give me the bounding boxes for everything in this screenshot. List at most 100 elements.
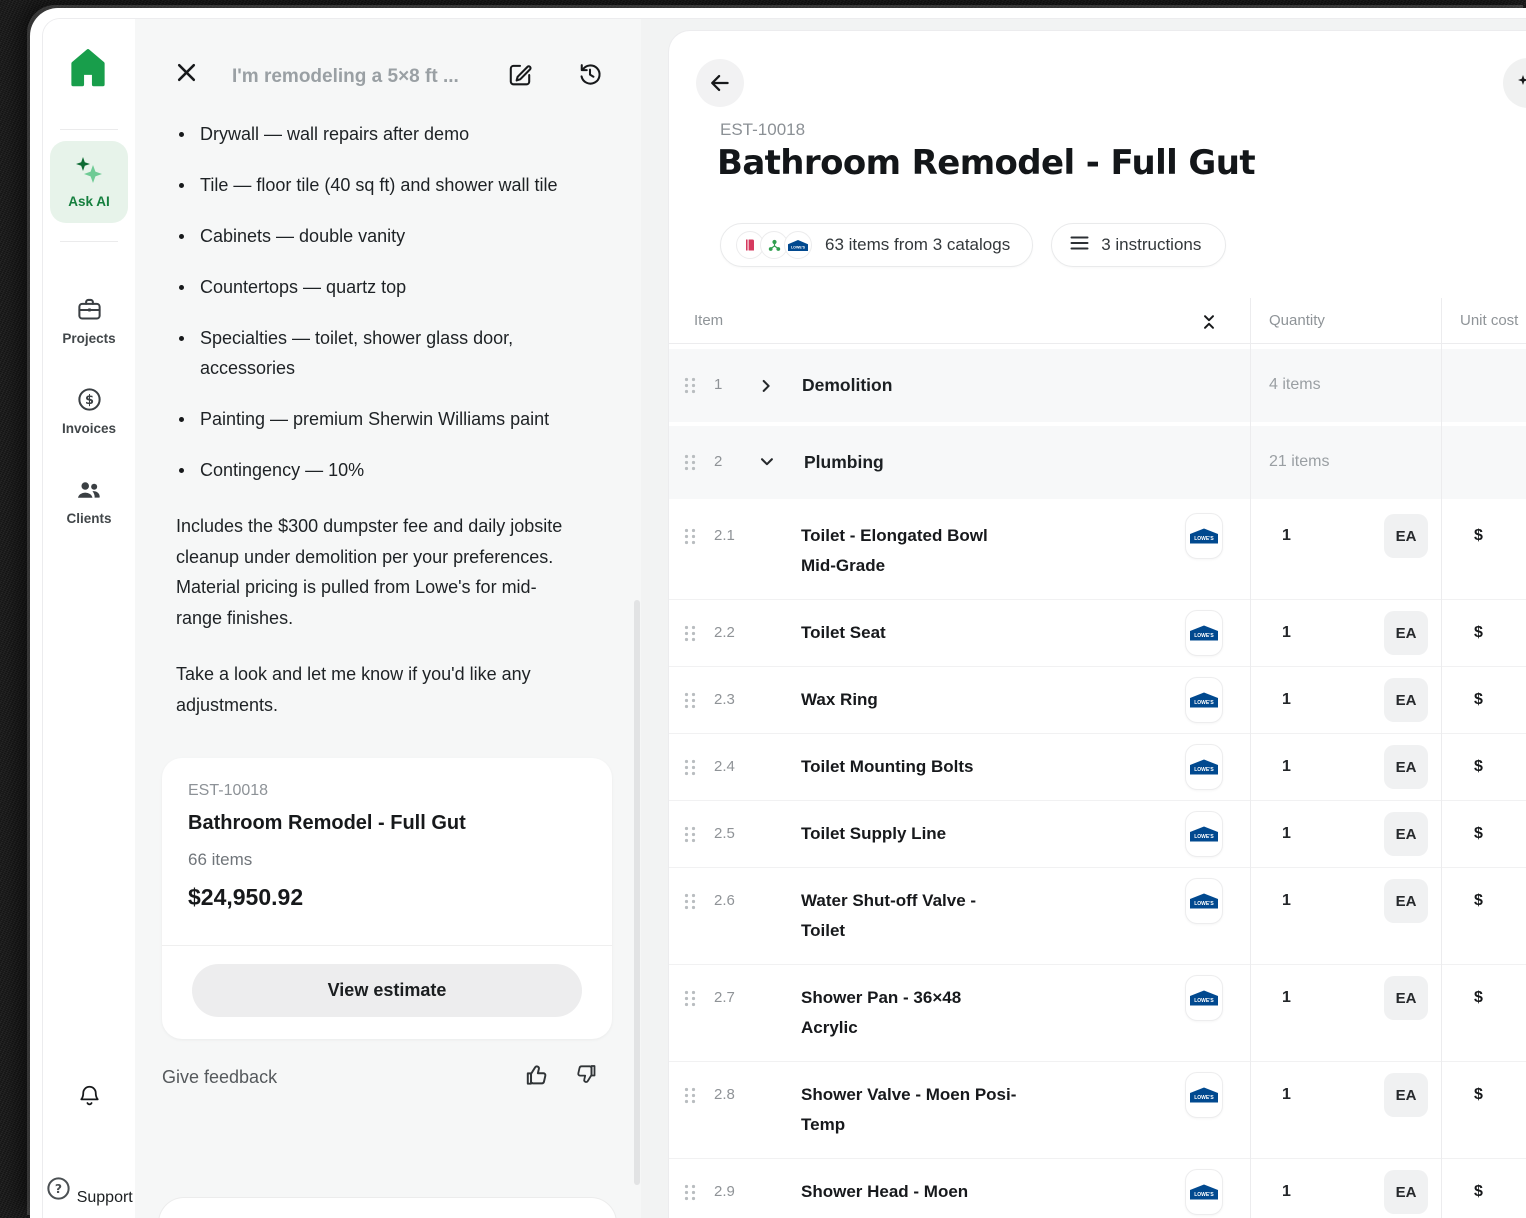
group-section: 2Plumbing21 items2.1Toilet - Elongated B… (669, 426, 1526, 1218)
drag-handle-icon[interactable] (684, 528, 696, 550)
bullet-text: Cabinets — double vanity (200, 221, 405, 251)
thumbs-down-icon[interactable] (574, 1062, 598, 1093)
item-name: Shower Pan - 36×48 Acrylic (801, 965, 1019, 1061)
drag-handle-icon[interactable] (684, 759, 696, 781)
collapse-all-icon[interactable] (1201, 313, 1217, 336)
item-number: 2.1 (714, 521, 770, 551)
table-row[interactable]: 2.2Toilet SeatLOWE'S1EA$ (669, 599, 1526, 666)
drag-handle-icon[interactable] (684, 893, 696, 915)
drag-handle-icon[interactable] (684, 625, 696, 647)
unit-selector[interactable]: EA (1384, 812, 1428, 856)
quantity-value[interactable]: 1 (1282, 521, 1291, 551)
unit-cost-value[interactable]: $ (1474, 521, 1483, 551)
chat-input[interactable] (158, 1197, 617, 1218)
lowes-catalog-badge[interactable]: LOWE'S (1185, 878, 1223, 924)
table-row[interactable]: 2.6Water Shut-off Valve - ToiletLOWE'S1E… (669, 867, 1526, 964)
unit-cost-value[interactable]: $ (1474, 1080, 1483, 1110)
unit-cost-value[interactable]: $ (1474, 752, 1483, 782)
unit-selector[interactable]: EA (1384, 1170, 1428, 1214)
quantity-value[interactable]: 1 (1282, 752, 1291, 782)
handoff-logo-icon[interactable] (67, 46, 109, 88)
chat-thread-title[interactable]: I'm remodeling a 5×8 ft ... (232, 66, 492, 88)
lowes-catalog-badge[interactable]: LOWE'S (1185, 610, 1223, 656)
item-number: 2.6 (714, 886, 770, 916)
estimate-preview-card[interactable]: EST-10018 Bathroom Remodel - Full Gut 66… (162, 758, 612, 1039)
lowes-catalog-badge[interactable]: LOWE'S (1185, 1072, 1223, 1118)
sidebar-item-support[interactable]: ? Support (43, 1175, 135, 1207)
unit-selector[interactable]: EA (1384, 745, 1428, 789)
lowes-catalog-badge[interactable]: LOWE'S (1185, 744, 1223, 790)
lowes-catalog-badge[interactable]: LOWE'S (1185, 811, 1223, 857)
back-button[interactable] (696, 59, 744, 107)
drag-handle-icon[interactable] (684, 990, 696, 1012)
svg-text:LOWE'S: LOWE'S (1194, 998, 1214, 1004)
drag-handle-icon[interactable] (684, 826, 696, 848)
group-row-demolition[interactable]: 1Demolition4 items (669, 349, 1526, 422)
bullet-item: Cabinets — double vanity (176, 221, 628, 251)
group-name: Demolition (802, 370, 892, 400)
table-row[interactable]: 2.3Wax RingLOWE'S1EA$ (669, 666, 1526, 733)
unit-cost-value[interactable]: $ (1474, 983, 1483, 1013)
estimate-total: $24,950.92 (188, 884, 586, 911)
table-row[interactable]: 2.1Toilet - Elongated Bowl Mid-GradeLOWE… (669, 503, 1526, 599)
unit-selector[interactable]: EA (1384, 879, 1428, 923)
unit-selector[interactable]: EA (1384, 514, 1428, 558)
lowes-catalog-badge[interactable]: LOWE'S (1185, 975, 1223, 1021)
sidebar-item-projects[interactable]: Projects (43, 296, 135, 346)
lowes-catalog-badge[interactable]: LOWE'S (1185, 677, 1223, 723)
group-row-plumbing[interactable]: 2Plumbing21 items (669, 426, 1526, 499)
close-icon[interactable] (175, 61, 198, 89)
table-row[interactable]: 2.8Shower Valve - Moen Posi-TempLOWE'S1E… (669, 1061, 1526, 1158)
unit-selector[interactable]: EA (1384, 976, 1428, 1020)
instructions-badge[interactable]: 3 instructions (1051, 223, 1226, 267)
chevron-right-icon[interactable] (757, 376, 774, 400)
drag-handle-icon[interactable] (684, 1087, 696, 1109)
unit-cost-value[interactable]: $ (1474, 1177, 1483, 1207)
unit-selector[interactable]: EA (1384, 678, 1428, 722)
message-paragraph: Includes the $300 dumpster fee and daily… (176, 511, 628, 633)
table-row[interactable]: 2.5Toilet Supply LineLOWE'S1EA$ (669, 800, 1526, 867)
table-row[interactable]: 2.9Shower Head - MoenLOWE'S1EA$ (669, 1158, 1526, 1218)
drag-handle-icon[interactable] (684, 377, 696, 399)
view-estimate-button[interactable]: View estimate (192, 964, 582, 1017)
quantity-value[interactable]: 1 (1282, 618, 1291, 648)
unit-cost-value[interactable]: $ (1474, 685, 1483, 715)
sidebar-item-clients[interactable]: Clients (43, 477, 135, 526)
drag-handle-icon[interactable] (684, 454, 696, 476)
lowes-catalog-badge[interactable]: LOWE'S (1185, 513, 1223, 559)
new-chat-icon[interactable] (507, 61, 533, 92)
drag-handle-icon[interactable] (684, 692, 696, 714)
ask-ai-button[interactable]: Ask AI (50, 141, 128, 223)
estimate-item-count: 66 items (188, 850, 586, 870)
sidebar-item-invoices[interactable]: $ Invoices (43, 386, 135, 436)
table-row[interactable]: 2.7Shower Pan - 36×48 AcrylicLOWE'S1EA$ (669, 964, 1526, 1061)
quantity-value[interactable]: 1 (1282, 1080, 1291, 1110)
quantity-value[interactable]: 1 (1282, 886, 1291, 916)
unit-selector[interactable]: EA (1384, 611, 1428, 655)
quantity-value[interactable]: 1 (1282, 685, 1291, 715)
arrow-left-icon (707, 70, 733, 96)
bullet-text: Drywall — wall repairs after demo (200, 119, 469, 149)
quantity-value[interactable]: 1 (1282, 1177, 1291, 1207)
catalogs-badge[interactable]: LOWE'S 63 items from 3 catalogs (720, 223, 1033, 267)
chevron-down-icon[interactable] (757, 453, 776, 475)
unit-cost-value[interactable]: $ (1474, 618, 1483, 648)
table-row[interactable]: 2.4Toilet Mounting BoltsLOWE'S1EA$ (669, 733, 1526, 800)
unit-selector[interactable]: EA (1384, 1073, 1428, 1117)
bullet-dot (179, 132, 184, 137)
svg-text:LOWE'S: LOWE'S (1194, 767, 1214, 773)
unit-cost-value[interactable]: $ (1474, 886, 1483, 916)
lowes-catalog-badge[interactable]: LOWE'S (1185, 1169, 1223, 1215)
chat-scrollbar[interactable] (634, 600, 640, 1185)
quantity-value[interactable]: 1 (1282, 983, 1291, 1013)
history-icon[interactable] (577, 61, 603, 92)
column-header-unit-cost: Unit cost (1460, 298, 1518, 343)
unit-cost-value[interactable]: $ (1474, 819, 1483, 849)
give-feedback-label: Give feedback (162, 1067, 277, 1088)
drag-handle-icon[interactable] (684, 1184, 696, 1206)
header-action-button[interactable] (1503, 58, 1526, 108)
notifications-button[interactable] (43, 1083, 135, 1113)
thumbs-up-icon[interactable] (524, 1062, 550, 1093)
question-circle-icon: ? (45, 1189, 76, 1206)
quantity-value[interactable]: 1 (1282, 819, 1291, 849)
